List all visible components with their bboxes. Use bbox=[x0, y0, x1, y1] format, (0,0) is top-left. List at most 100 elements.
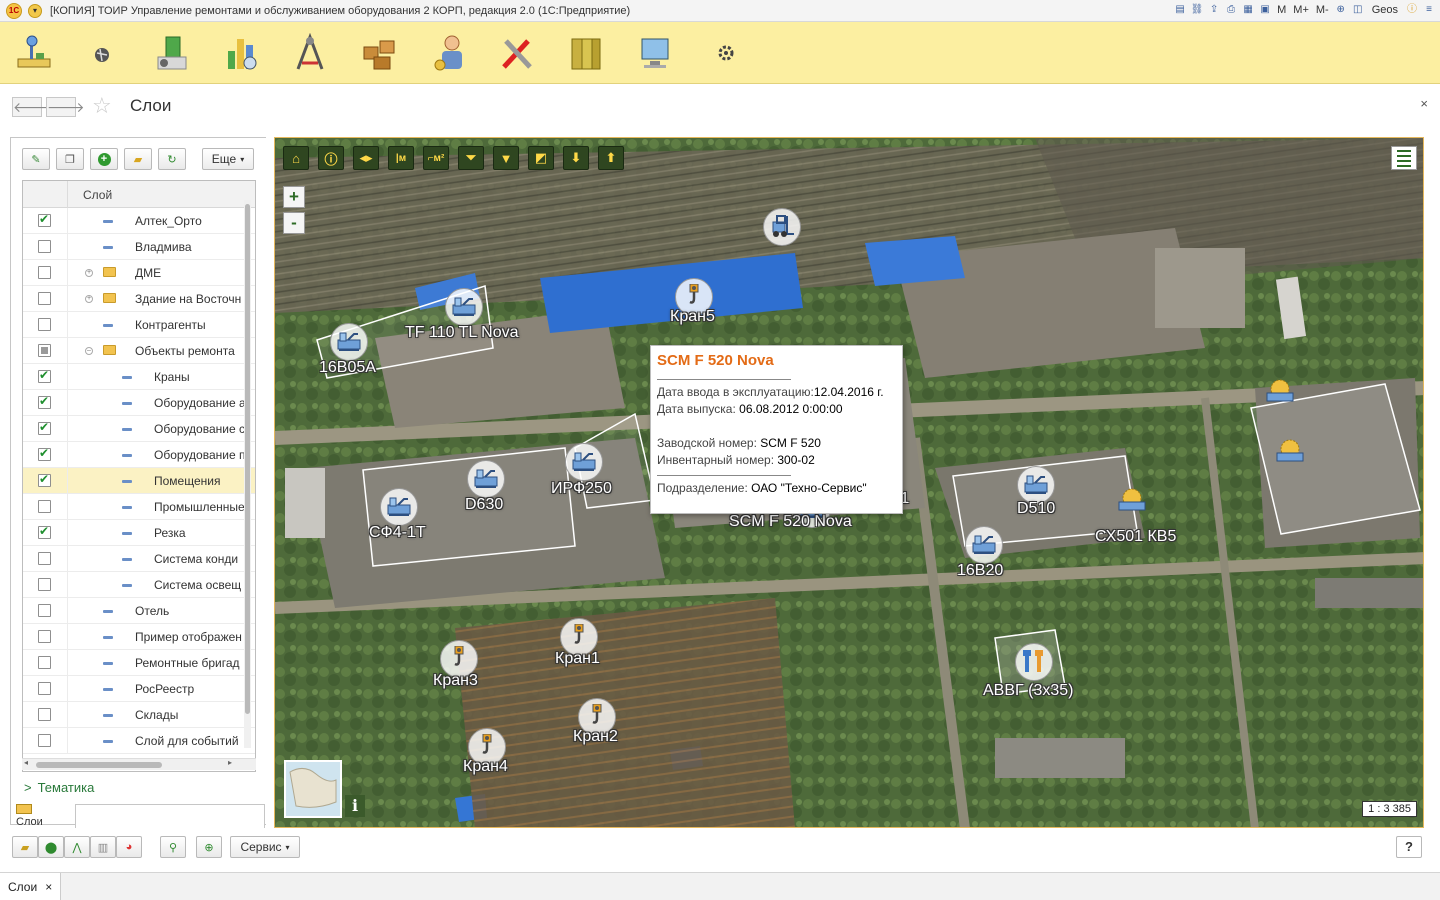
map-marker[interactable] bbox=[1015, 643, 1053, 681]
tree-row[interactable]: – Объекты ремонта bbox=[23, 338, 255, 364]
map-marker-label[interactable]: Кран3 bbox=[433, 672, 478, 690]
more-menu-button[interactable]: Еще ▾ bbox=[202, 148, 254, 170]
layer-checkbox[interactable] bbox=[38, 656, 51, 669]
tree-row[interactable]: Система конди bbox=[23, 546, 255, 572]
layer-checkbox[interactable] bbox=[38, 552, 51, 565]
instruments-icon[interactable] bbox=[288, 32, 332, 74]
memory-minus-button[interactable]: M- bbox=[1314, 4, 1331, 16]
layer-checkbox[interactable] bbox=[38, 420, 51, 435]
map-marker-label[interactable]: 16В05А bbox=[319, 359, 376, 377]
map-pan-button[interactable]: ◂▸ bbox=[353, 146, 379, 170]
layer-checkbox[interactable] bbox=[38, 524, 51, 539]
map-home-button[interactable]: ⌂ bbox=[283, 146, 309, 170]
close-page-button[interactable]: × bbox=[1420, 96, 1428, 111]
edit-layer-button[interactable]: ✎ bbox=[22, 148, 50, 170]
tree-row[interactable]: Краны bbox=[23, 364, 255, 390]
forward-button[interactable]: 🡒 bbox=[46, 97, 85, 117]
layer-checkbox[interactable] bbox=[38, 500, 51, 513]
map-filter-layers-button[interactable]: ⏷ bbox=[458, 146, 484, 170]
map-measure-area-button[interactable]: ⌐м² bbox=[423, 146, 449, 170]
map-view[interactable]: ⌂ ⓘ ◂▸ |м ⌐м² ⏷ ▼ ◩ ⬇ ⬆ + - 16В05А TF 110… bbox=[274, 137, 1424, 828]
map-marker-label[interactable]: Кран4 bbox=[463, 758, 508, 776]
routes-mode-button[interactable]: ⋀ bbox=[64, 836, 90, 858]
link-icon[interactable]: ⛓ bbox=[1190, 3, 1204, 17]
map-marker[interactable] bbox=[1261, 374, 1299, 412]
map-select-area-button[interactable]: ◩ bbox=[528, 146, 554, 170]
map-filter-button[interactable]: ▼ bbox=[493, 146, 519, 170]
info-icon[interactable]: ⓘ bbox=[1405, 3, 1419, 17]
collapse-icon[interactable]: – bbox=[85, 347, 93, 355]
layer-checkbox[interactable] bbox=[38, 394, 51, 409]
tools-icon[interactable] bbox=[496, 32, 540, 74]
window-tab-layers[interactable]: Слои × bbox=[0, 873, 62, 900]
map-measure-distance-button[interactable]: |м bbox=[388, 146, 414, 170]
map-marker-label[interactable]: D510 bbox=[1017, 500, 1055, 518]
help-button[interactable]: ? bbox=[1396, 836, 1422, 858]
map-marker-label[interactable]: TF 110 TL Nova bbox=[405, 324, 519, 342]
column-header-layer[interactable]: Слой bbox=[83, 188, 112, 202]
tree-row[interactable]: Алтек_Орто bbox=[23, 208, 255, 234]
tree-horizontal-scrollbar[interactable]: ◂ ▸ bbox=[22, 758, 256, 770]
map-marker-label[interactable]: ИРФ250 bbox=[551, 480, 612, 498]
layer-checkbox[interactable] bbox=[38, 212, 51, 227]
staff-icon[interactable] bbox=[428, 32, 472, 74]
layer-checkbox[interactable] bbox=[38, 472, 51, 487]
transport-mode-button[interactable]: ▥ bbox=[90, 836, 116, 858]
map-marker-label[interactable]: СХ501 КВ5 bbox=[1095, 528, 1176, 546]
print-icon[interactable]: ⎙ bbox=[1224, 3, 1238, 17]
map-marker-label[interactable]: SCM F 520 Nova bbox=[729, 513, 852, 531]
tree-row[interactable]: Склады bbox=[23, 702, 255, 728]
save-icon[interactable]: ▤ bbox=[1173, 3, 1187, 17]
refresh-layer-button[interactable]: ↻ bbox=[158, 148, 186, 170]
layer-checkbox[interactable] bbox=[38, 368, 51, 383]
tree-row[interactable]: Промышленные bbox=[23, 494, 255, 520]
layer-checkbox[interactable] bbox=[38, 734, 51, 747]
map-marker[interactable] bbox=[445, 288, 483, 326]
overview-minimap[interactable] bbox=[284, 760, 342, 818]
layer-checkbox[interactable] bbox=[38, 344, 51, 357]
tree-row[interactable]: Оборудование п bbox=[23, 442, 255, 468]
tree-row[interactable]: Пример отображен bbox=[23, 624, 255, 650]
tree-row[interactable]: Система освещ bbox=[23, 572, 255, 598]
warehouse-icon[interactable] bbox=[358, 32, 402, 74]
tematika-section[interactable]: > Тематика bbox=[24, 780, 94, 795]
layer-checkbox[interactable] bbox=[38, 266, 51, 279]
map-marker-label[interactable]: Кран2 bbox=[573, 728, 618, 746]
tree-row[interactable]: + ДМЕ bbox=[23, 260, 255, 286]
panels-icon[interactable]: ◫ bbox=[1351, 3, 1365, 17]
memory-button[interactable]: M bbox=[1275, 4, 1288, 16]
map-marker-label[interactable]: Кран1 bbox=[555, 650, 600, 668]
map-marker[interactable] bbox=[763, 208, 801, 246]
layer-checkbox[interactable] bbox=[38, 682, 51, 695]
documents-icon[interactable] bbox=[564, 32, 608, 74]
tree-row[interactable]: Ремонтные бригад bbox=[23, 650, 255, 676]
map-marker[interactable] bbox=[380, 488, 418, 526]
layer-checkbox[interactable] bbox=[38, 708, 51, 721]
popup-title[interactable]: SCM F 520 Nova bbox=[657, 352, 896, 369]
zoom-out-button[interactable]: - bbox=[283, 212, 305, 234]
tree-row[interactable]: Владмива bbox=[23, 234, 255, 260]
map-marker-label[interactable]: D630 bbox=[465, 496, 503, 514]
map-marker[interactable] bbox=[565, 443, 603, 481]
map-marker-label[interactable]: СФ4-1Т bbox=[369, 524, 426, 542]
copy-layer-button[interactable]: ❐ bbox=[56, 148, 84, 170]
desktop-icon[interactable] bbox=[12, 32, 56, 74]
expand-icon[interactable]: + bbox=[85, 269, 93, 277]
globe-icon[interactable] bbox=[80, 32, 124, 74]
tree-row[interactable]: Оборудование с bbox=[23, 416, 255, 442]
add-folder-button[interactable]: ▰ bbox=[124, 148, 152, 170]
user-name[interactable]: Geos bbox=[1372, 4, 1398, 16]
tree-row[interactable]: Резка bbox=[23, 520, 255, 546]
tree-row[interactable]: Оборудование а bbox=[23, 390, 255, 416]
tree-row[interactable]: Слой для событий bbox=[23, 728, 255, 754]
repairs-icon[interactable] bbox=[150, 32, 194, 74]
locate-button[interactable]: ⊕ bbox=[196, 836, 222, 858]
settings-icon[interactable] bbox=[704, 32, 748, 74]
memory-plus-button[interactable]: M+ bbox=[1291, 4, 1311, 16]
map-marker[interactable] bbox=[1017, 466, 1055, 504]
menu-icon[interactable]: ≡ bbox=[1422, 3, 1436, 17]
layer-checkbox[interactable] bbox=[38, 578, 51, 591]
service-menu-button[interactable]: Сервис ▾ bbox=[230, 836, 300, 858]
minimap-info-button[interactable]: i bbox=[345, 795, 365, 817]
tree-row[interactable]: РосРеестр bbox=[23, 676, 255, 702]
